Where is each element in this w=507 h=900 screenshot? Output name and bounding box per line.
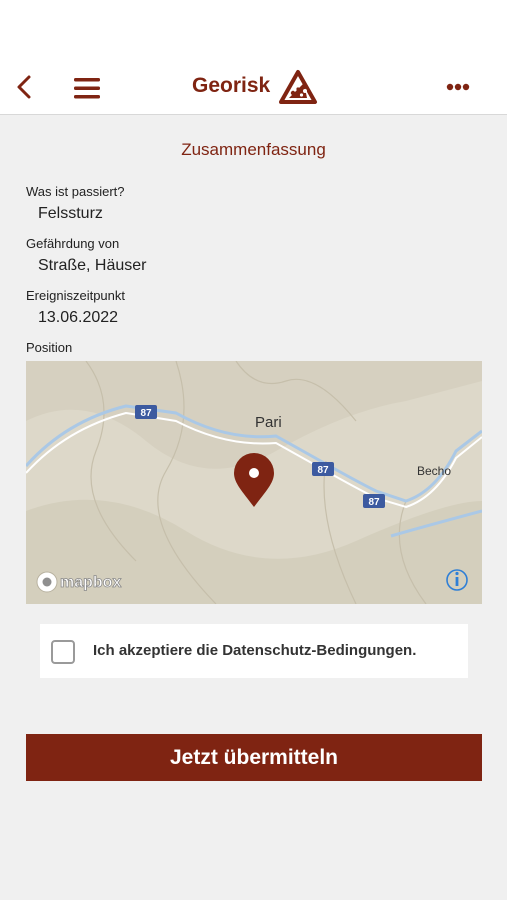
position-map[interactable]: 87 87 87 Pari Becho mapbox — [26, 361, 482, 604]
consent-row[interactable]: Ich akzeptiere die Datenschutz-Bedingung… — [40, 624, 468, 678]
nav-bar: Georisk — [0, 60, 507, 115]
more-horizontal-icon[interactable] — [444, 78, 472, 96]
submit-button[interactable]: Jetzt übermitteln — [26, 734, 482, 781]
position-label: Position — [26, 340, 73, 355]
app-title: Georisk — [192, 74, 271, 97]
status-bar — [0, 0, 507, 60]
mapbox-attribution: mapbox — [60, 574, 121, 591]
chevron-left-icon[interactable] — [12, 74, 38, 100]
what-label: Was ist passiert? — [26, 184, 125, 199]
time-label: Ereigniszeitpunkt — [26, 288, 125, 303]
what-value: Felssturz — [38, 205, 103, 222]
road-shield-3: 87 — [368, 497, 380, 508]
place-label-becho: Becho — [417, 464, 451, 478]
mapbox-logo: mapbox — [36, 571, 122, 593]
hazard-value: Straße, Häuser — [38, 257, 147, 274]
consent-label: Ich akzeptiere die Datenschutz-Bedingung… — [93, 642, 417, 659]
hamburger-icon[interactable] — [72, 76, 102, 100]
time-value: 13.06.2022 — [38, 309, 119, 326]
road-shield-1: 87 — [140, 408, 152, 419]
summary-title: Zusammenfassung — [181, 140, 326, 159]
road-shield-2: 87 — [317, 465, 329, 476]
place-label-pari: Pari — [255, 414, 282, 431]
hazard-label: Gefährdung von — [26, 236, 120, 251]
rockfall-warning-icon — [278, 69, 318, 105]
consent-checkbox[interactable] — [51, 640, 75, 664]
